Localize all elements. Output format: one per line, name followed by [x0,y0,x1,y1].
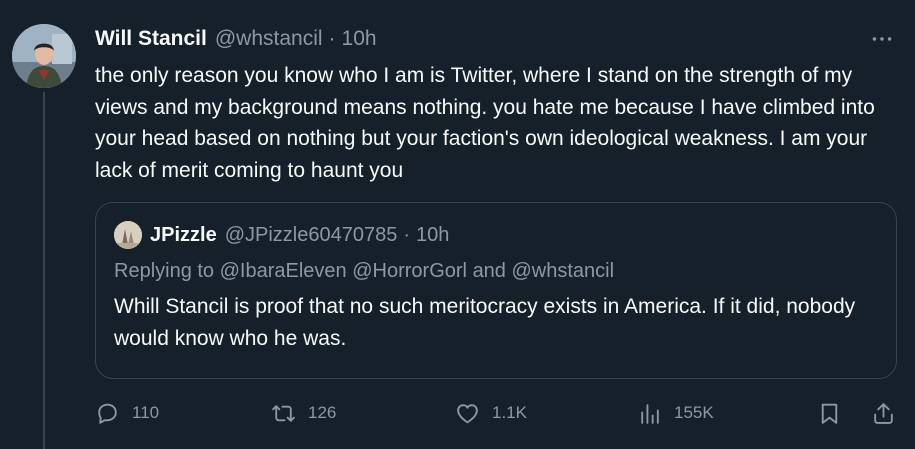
views-count: 155K [674,403,714,422]
reply-button[interactable]: 110 [95,393,159,433]
quoted-author-handle[interactable]: @JPizzle60470785 [225,224,398,247]
tweet-content: Will Stancil @whstancil · 10h the only r… [95,24,897,186]
quoted-tweet[interactable]: JPizzle @JPizzle60470785 · 10h Replying … [95,202,897,379]
quoted-separator-dot: · [403,223,411,246]
author-name[interactable]: Will Stancil [95,27,207,51]
tweet-timestamp[interactable]: 10h [342,27,377,51]
tweet-text: the only reason you know who I am is Twi… [95,64,875,182]
quoted-author-avatar[interactable] [114,221,142,249]
share-icon [874,402,893,424]
views-button[interactable]: 155K [637,393,714,433]
mention-ibaraeleven[interactable]: @IbaraEleven [220,260,347,282]
bookmark-button[interactable] [817,393,854,433]
quoted-tweet-header: JPizzle @JPizzle60470785 · 10h [114,221,878,249]
repost-icon [272,404,295,422]
replying-and-label: and [472,260,506,282]
like-button[interactable]: 1.1K [455,393,527,433]
author-handle[interactable]: @whstancil [215,27,323,51]
quoted-author-name[interactable]: JPizzle [150,224,217,247]
thread-line [43,92,45,449]
tweet-actions: 110 126 1.1K 155K [95,393,901,433]
replying-to-label: Replying to [114,260,215,282]
author-avatar[interactable] [12,24,76,88]
more-horizontal-icon[interactable] [867,24,897,54]
quoted-tweet-text: Whill Stancil is proof that no such meri… [114,295,856,350]
like-count: 1.1K [492,403,527,422]
views-chart-icon [641,403,659,424]
repost-count: 126 [308,403,337,422]
separator-dot: · [328,27,336,50]
reply-count: 110 [132,403,160,422]
tweet-header: Will Stancil @whstancil · 10h [95,24,897,54]
heart-icon [457,403,478,423]
reply-icon [98,403,117,424]
mention-whstancil[interactable]: @whstancil [512,260,615,282]
replying-to-line: Replying to @IbaraEleven @HorrorGorl and… [114,257,878,285]
mention-horrorgorl[interactable]: @HorrorGorl [352,260,467,282]
repost-button[interactable]: 126 [271,393,336,433]
tweet: Will Stancil @whstancil · 10h the only r… [0,0,915,449]
share-button[interactable] [871,393,908,433]
bookmark-icon [821,403,838,424]
quoted-timestamp[interactable]: 10h [416,224,449,247]
